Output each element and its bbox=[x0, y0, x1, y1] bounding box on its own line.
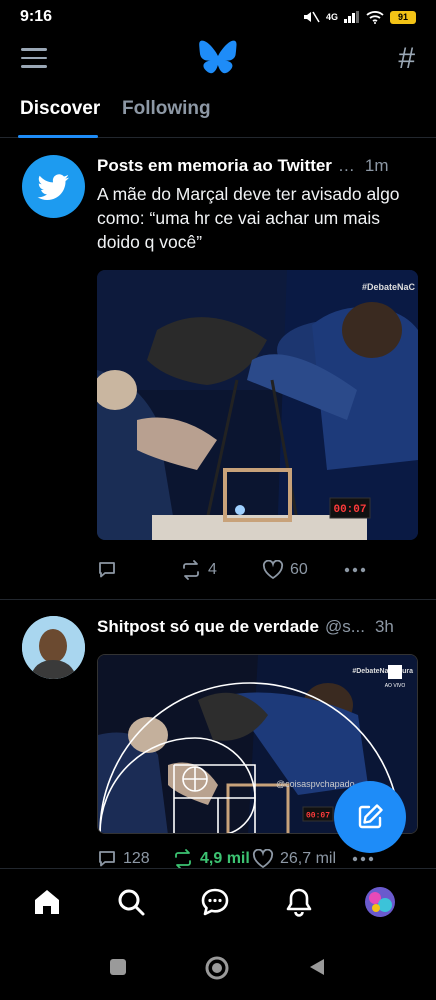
status-bar: 9:16 4G 91 bbox=[0, 0, 436, 34]
repost-icon bbox=[175, 849, 191, 869]
reply-count: 128 bbox=[123, 850, 150, 867]
back-button[interactable] bbox=[308, 958, 326, 981]
circle-icon bbox=[205, 956, 229, 980]
reply-button[interactable]: 128 bbox=[97, 849, 172, 869]
repost-count: 4,9 mil bbox=[200, 850, 250, 867]
more-options-button[interactable] bbox=[352, 856, 374, 862]
image-watermark: #DebateNaCultura bbox=[352, 668, 413, 675]
repost-button[interactable]: 4 bbox=[180, 560, 262, 580]
bell-icon bbox=[286, 888, 312, 917]
tab-discover[interactable]: Discover bbox=[20, 98, 100, 120]
user-photo-icon bbox=[22, 616, 85, 679]
image-timer: 00:07 bbox=[333, 504, 366, 516]
search-icon bbox=[118, 889, 145, 916]
mute-icon bbox=[303, 11, 320, 23]
reply-icon bbox=[99, 851, 115, 867]
repost-button[interactable]: 4,9 mil bbox=[172, 849, 252, 869]
like-button[interactable]: 26,7 mil bbox=[252, 849, 352, 869]
image-watermark: #DebateNaC bbox=[362, 282, 416, 292]
compose-pencil-icon bbox=[358, 804, 383, 829]
status-time: 9:16 bbox=[20, 8, 53, 25]
post-image[interactable]: 00:07 #DebateNaC bbox=[97, 270, 418, 540]
recents-button[interactable] bbox=[109, 958, 127, 981]
heart-icon bbox=[252, 849, 274, 869]
more-dots-icon bbox=[344, 567, 366, 573]
battery-icon: 91 bbox=[390, 10, 416, 24]
post-time: 3h bbox=[374, 617, 394, 636]
post-card[interactable]: Posts em memoria ao Twitter … 1m A mãe d… bbox=[0, 140, 436, 600]
home-button[interactable] bbox=[205, 956, 229, 985]
post-author[interactable]: Shitpost só que de verdade bbox=[97, 617, 319, 637]
wifi-icon bbox=[366, 10, 384, 24]
avatar[interactable] bbox=[22, 616, 85, 679]
feed-tabs: Discover Following bbox=[0, 90, 436, 138]
top-bar: # bbox=[0, 34, 436, 84]
image-channel: AO VIVO bbox=[385, 683, 406, 689]
post-handle: @s... bbox=[325, 617, 365, 636]
like-button[interactable]: 60 bbox=[262, 560, 344, 580]
reply-icon bbox=[99, 562, 115, 578]
reply-button[interactable] bbox=[97, 560, 180, 580]
tab-following[interactable]: Following bbox=[122, 98, 211, 120]
heart-icon bbox=[262, 560, 284, 580]
nav-notifications[interactable] bbox=[282, 885, 316, 919]
system-navigation-bar bbox=[0, 934, 436, 1000]
post-header: Shitpost só que de verdade @s... 3h bbox=[97, 617, 418, 637]
hamburger-menu-icon[interactable] bbox=[21, 48, 47, 68]
home-icon bbox=[35, 890, 59, 914]
nav-search[interactable] bbox=[114, 885, 148, 919]
more-dots-icon bbox=[352, 856, 374, 862]
nav-chat[interactable] bbox=[198, 885, 232, 919]
network-label: 4G bbox=[325, 12, 338, 22]
image-credit: @coisaspvchapado bbox=[276, 779, 355, 789]
post-actions: 4 60 bbox=[97, 560, 422, 580]
signal-icon bbox=[344, 11, 359, 23]
more-options-button[interactable] bbox=[344, 567, 366, 573]
bluesky-butterfly-icon bbox=[199, 40, 237, 74]
post-header: Posts em memoria ao Twitter … 1m bbox=[97, 156, 418, 176]
post-author[interactable]: Posts em memoria ao Twitter bbox=[97, 156, 332, 176]
like-count: 26,7 mil bbox=[280, 850, 337, 867]
triangle-back-icon bbox=[310, 959, 324, 975]
bottom-navigation bbox=[0, 868, 436, 934]
active-tab-indicator bbox=[18, 135, 98, 138]
like-count: 60 bbox=[290, 561, 308, 578]
chat-bubble-icon bbox=[201, 888, 229, 916]
post-text: A mãe do Marçal deve ter avisado algo co… bbox=[97, 184, 400, 252]
nav-profile[interactable] bbox=[363, 885, 397, 919]
post-time: 1m bbox=[364, 156, 389, 175]
post-handle: … bbox=[337, 156, 355, 175]
status-icons: 4G 91 bbox=[302, 10, 416, 24]
profile-avatar-icon bbox=[365, 887, 395, 917]
twitter-bird-icon bbox=[37, 174, 69, 200]
image-timer: 00:07 bbox=[306, 812, 330, 821]
repost-count: 4 bbox=[208, 561, 217, 578]
compose-button[interactable] bbox=[334, 781, 406, 853]
avatar[interactable] bbox=[22, 155, 85, 218]
nav-home[interactable] bbox=[30, 885, 64, 919]
hash-icon[interactable]: # bbox=[398, 44, 415, 74]
repost-icon bbox=[183, 560, 199, 580]
square-icon bbox=[110, 959, 126, 975]
